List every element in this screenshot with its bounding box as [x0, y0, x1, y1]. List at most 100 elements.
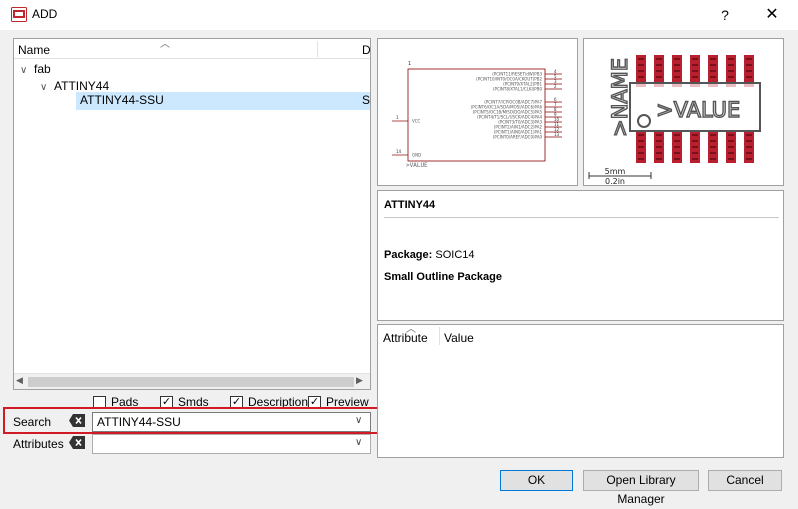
device-title: ATTINY44 — [384, 199, 436, 211]
pad-hatch — [710, 152, 716, 154]
chevron-down-icon[interactable]: ∨ — [355, 415, 362, 426]
column-header-value[interactable]: Value — [444, 331, 474, 345]
symbol-pin-number: 14 — [396, 149, 402, 154]
pad-hatch — [710, 64, 716, 66]
column-header-description[interactable]: D — [362, 43, 370, 57]
column-header-attribute[interactable]: Attribute — [383, 331, 428, 345]
pad-hatch — [638, 134, 644, 136]
footprint-drawing: >VALUE >NAME 5mm 0.2in — [588, 55, 761, 186]
pad-hatch — [674, 58, 680, 60]
horizontal-scrollbar[interactable]: ◀ ▶ — [14, 373, 370, 389]
pad-hatch — [710, 70, 716, 72]
attributes-label: Attributes — [13, 437, 64, 451]
ok-button[interactable]: OK — [500, 470, 573, 491]
pad-hatch — [710, 134, 716, 136]
tree-item-label: ATTINY44-SSU — [80, 93, 164, 107]
pad-hatch — [692, 140, 698, 142]
package-value: SOIC14 — [435, 249, 475, 261]
chevron-down-icon[interactable]: ∨ — [355, 437, 362, 448]
pad-hatch — [746, 58, 752, 60]
column-separator[interactable] — [439, 327, 440, 345]
symbol-pin-number: 1 — [396, 115, 399, 120]
window-title: ADD — [32, 7, 58, 21]
pad-hatch — [728, 134, 734, 136]
pad-hatch — [656, 146, 662, 148]
pad-hatch — [656, 140, 662, 142]
pad-hatch — [710, 158, 716, 160]
pad-hatch — [638, 146, 644, 148]
sort-up-icon: ︿ — [160, 39, 170, 50]
symbol-preview: (PCINT11/RESET/dW)PB3 4 (PCINT10/INT0/OC0A… — [377, 38, 578, 186]
schematic-symbol: (PCINT11/RESET/dW)PB3 4(PCINT10/INT0/OC0A… — [392, 61, 562, 169]
pad-hatch — [674, 64, 680, 66]
pad-hatch — [692, 76, 698, 78]
pad-hatch — [746, 134, 752, 136]
column-separator[interactable] — [317, 41, 318, 57]
pad-hatch — [710, 58, 716, 60]
search-input[interactable]: ATTINY44-SSU — [92, 412, 371, 432]
symbol-pin-name: VCC — [412, 119, 421, 124]
symbol-pin-number: 2 — [554, 84, 557, 89]
clear-search-icon[interactable] — [69, 414, 85, 427]
pad-hatch — [746, 152, 752, 154]
divider — [384, 217, 779, 218]
pad-hatch — [638, 64, 644, 66]
pad-hatch — [728, 140, 734, 142]
pad-hatch — [728, 76, 734, 78]
attributes-input[interactable] — [92, 434, 371, 454]
package-line: Package: SOIC14 — [384, 249, 475, 261]
pad-hatch — [746, 158, 752, 160]
package-long-name: Small Outline Package — [384, 271, 502, 283]
pad-hatch — [728, 158, 734, 160]
description-panel: ATTINY44 Package: SOIC14 Small Outline P… — [377, 190, 784, 321]
pad-hatch — [692, 58, 698, 60]
pad-hatch — [746, 70, 752, 72]
pad-hatch — [674, 76, 680, 78]
pad-hatch — [710, 140, 716, 142]
symbol-pin-name: (PCINT0/AREF/ADC0)PA0 — [493, 135, 543, 140]
scale-in-label: 0.2in — [605, 177, 625, 186]
open-library-manager-button[interactable]: Open Library Manager — [583, 470, 699, 506]
column-header-name[interactable]: Name — [18, 43, 50, 57]
pad-hatch — [746, 140, 752, 142]
pad-hatch — [746, 146, 752, 148]
scroll-right-icon[interactable]: ▶ — [356, 375, 363, 386]
close-button[interactable]: ✕ — [755, 4, 789, 26]
search-label: Search — [13, 415, 52, 429]
pad-hatch — [656, 158, 662, 160]
pad-hatch — [746, 64, 752, 66]
pad-hatch — [710, 146, 716, 148]
eagle-app-icon — [11, 7, 27, 22]
title-bar: ADD ? ✕ — [0, 0, 798, 30]
help-button[interactable]: ? — [711, 4, 739, 26]
cancel-button[interactable]: Cancel — [708, 470, 782, 491]
pad-hatch — [656, 64, 662, 66]
pad-hatch — [728, 146, 734, 148]
pad-hatch — [638, 58, 644, 60]
tree-item-fab[interactable]: ∨ fab — [20, 61, 51, 78]
tree-item-attiny44-ssu[interactable]: ATTINY44-SSU S( — [76, 92, 370, 110]
symbol-pin-name: (PCINT8/XTAL1/CLKI)PB0 — [493, 87, 542, 92]
attribute-table[interactable]: ︿ Attribute Value — [377, 324, 784, 458]
pad-hatch — [692, 134, 698, 136]
pad-hatch — [728, 58, 734, 60]
tree-header: ︿ Name D — [14, 39, 370, 59]
clear-attributes-icon[interactable] — [69, 436, 85, 449]
pad-hatch — [638, 158, 644, 160]
scrollbar-thumb[interactable] — [28, 377, 354, 387]
package-preview: >VALUE >NAME 5mm 0.2in — [583, 38, 784, 186]
pad-hatch — [728, 64, 734, 66]
pad-hatch — [656, 134, 662, 136]
library-tree[interactable]: ︿ Name D ∨fab ∨ATTINY44 ATTINY44-SSU S( … — [13, 38, 371, 390]
scroll-left-icon[interactable]: ◀ — [16, 375, 23, 386]
pad-hatch — [674, 152, 680, 154]
pad-hatch — [656, 70, 662, 72]
pad-hatch — [746, 76, 752, 78]
chevron-down-icon[interactable]: ∨ — [20, 62, 34, 79]
pad-hatch — [656, 152, 662, 154]
package-label: Package: — [384, 249, 433, 261]
pad-hatch — [656, 76, 662, 78]
pad-hatch — [638, 140, 644, 142]
chevron-down-icon[interactable]: ∨ — [40, 79, 54, 96]
svg-text:1: 1 — [408, 61, 411, 67]
